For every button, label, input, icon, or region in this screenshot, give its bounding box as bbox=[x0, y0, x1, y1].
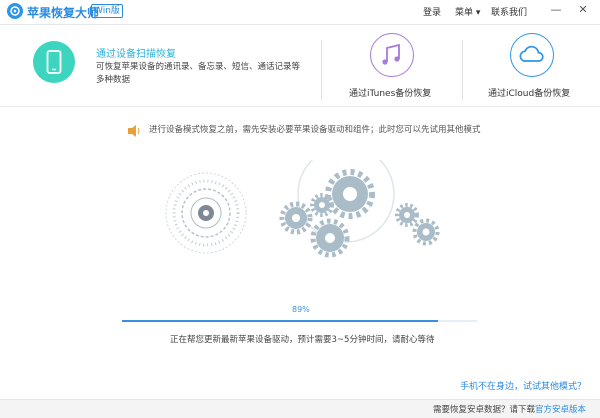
close-icon[interactable]: ✕ bbox=[576, 3, 590, 16]
app-logo-icon bbox=[7, 3, 23, 19]
footer-text: 需要恢复安卓数据？请下载官方安卓版本 bbox=[433, 403, 586, 415]
itunes-option[interactable] bbox=[370, 33, 414, 77]
progress-fill bbox=[122, 320, 438, 322]
contact-us-link[interactable]: 联系我们 bbox=[491, 5, 527, 18]
cloud-icon bbox=[519, 45, 544, 62]
speaker-icon bbox=[128, 122, 142, 141]
device-scan-option[interactable] bbox=[33, 41, 75, 83]
disc-icon bbox=[165, 172, 247, 254]
menu-label: 菜单 bbox=[455, 8, 474, 18]
section-divider bbox=[0, 106, 600, 107]
music-note-icon bbox=[382, 43, 400, 65]
driver-notice: 进行设备模式恢复之前，需先安装必要苹果设备驱动和组件；此时您可以先试用其他模式 bbox=[149, 125, 481, 135]
footer-prefix: 需要恢复安卓数据？请下载 bbox=[432, 405, 535, 415]
try-other-mode-link[interactable]: 手机不在身边，试试其他模式？ bbox=[460, 379, 586, 392]
device-scan-title[interactable]: 通过设备扫描恢复 bbox=[96, 45, 176, 60]
itunes-option-label[interactable]: 通过iTunes备份恢复 bbox=[349, 86, 431, 99]
app-title: 苹果恢复大师 bbox=[27, 6, 100, 20]
phone-icon bbox=[46, 50, 62, 74]
minimize-icon[interactable]: — bbox=[549, 3, 563, 16]
icloud-option-label[interactable]: 通过iCloud备份恢复 bbox=[488, 86, 570, 99]
android-version-link[interactable]: 官方安卓版本 bbox=[535, 405, 586, 415]
version-badge: Win版 bbox=[91, 4, 123, 18]
device-scan-description: 可恢复苹果设备的通讯录、备忘录、短信、通话记录等多种数据 bbox=[96, 62, 301, 85]
divider bbox=[462, 40, 463, 100]
chevron-down-icon: ▾ bbox=[475, 8, 481, 18]
install-graphic bbox=[165, 160, 440, 258]
divider bbox=[321, 40, 322, 100]
title-bar: 苹果恢复大师 Win版 登录 菜单 ▾ 联系我们 — ✕ bbox=[0, 0, 600, 25]
progress-bar bbox=[122, 320, 477, 322]
progress-percent: 89% bbox=[292, 305, 310, 314]
menu-button[interactable]: 菜单 ▾ bbox=[455, 5, 480, 18]
gears-icon bbox=[279, 160, 440, 258]
install-status-text: 正在帮您更新最新苹果设备驱动，预计需要3~5分钟时间，请耐心等待 bbox=[170, 335, 435, 345]
icloud-option[interactable] bbox=[510, 33, 554, 77]
login-button[interactable]: 登录 bbox=[423, 5, 441, 18]
footer-bar: 需要恢复安卓数据？请下载官方安卓版本 bbox=[0, 399, 600, 418]
